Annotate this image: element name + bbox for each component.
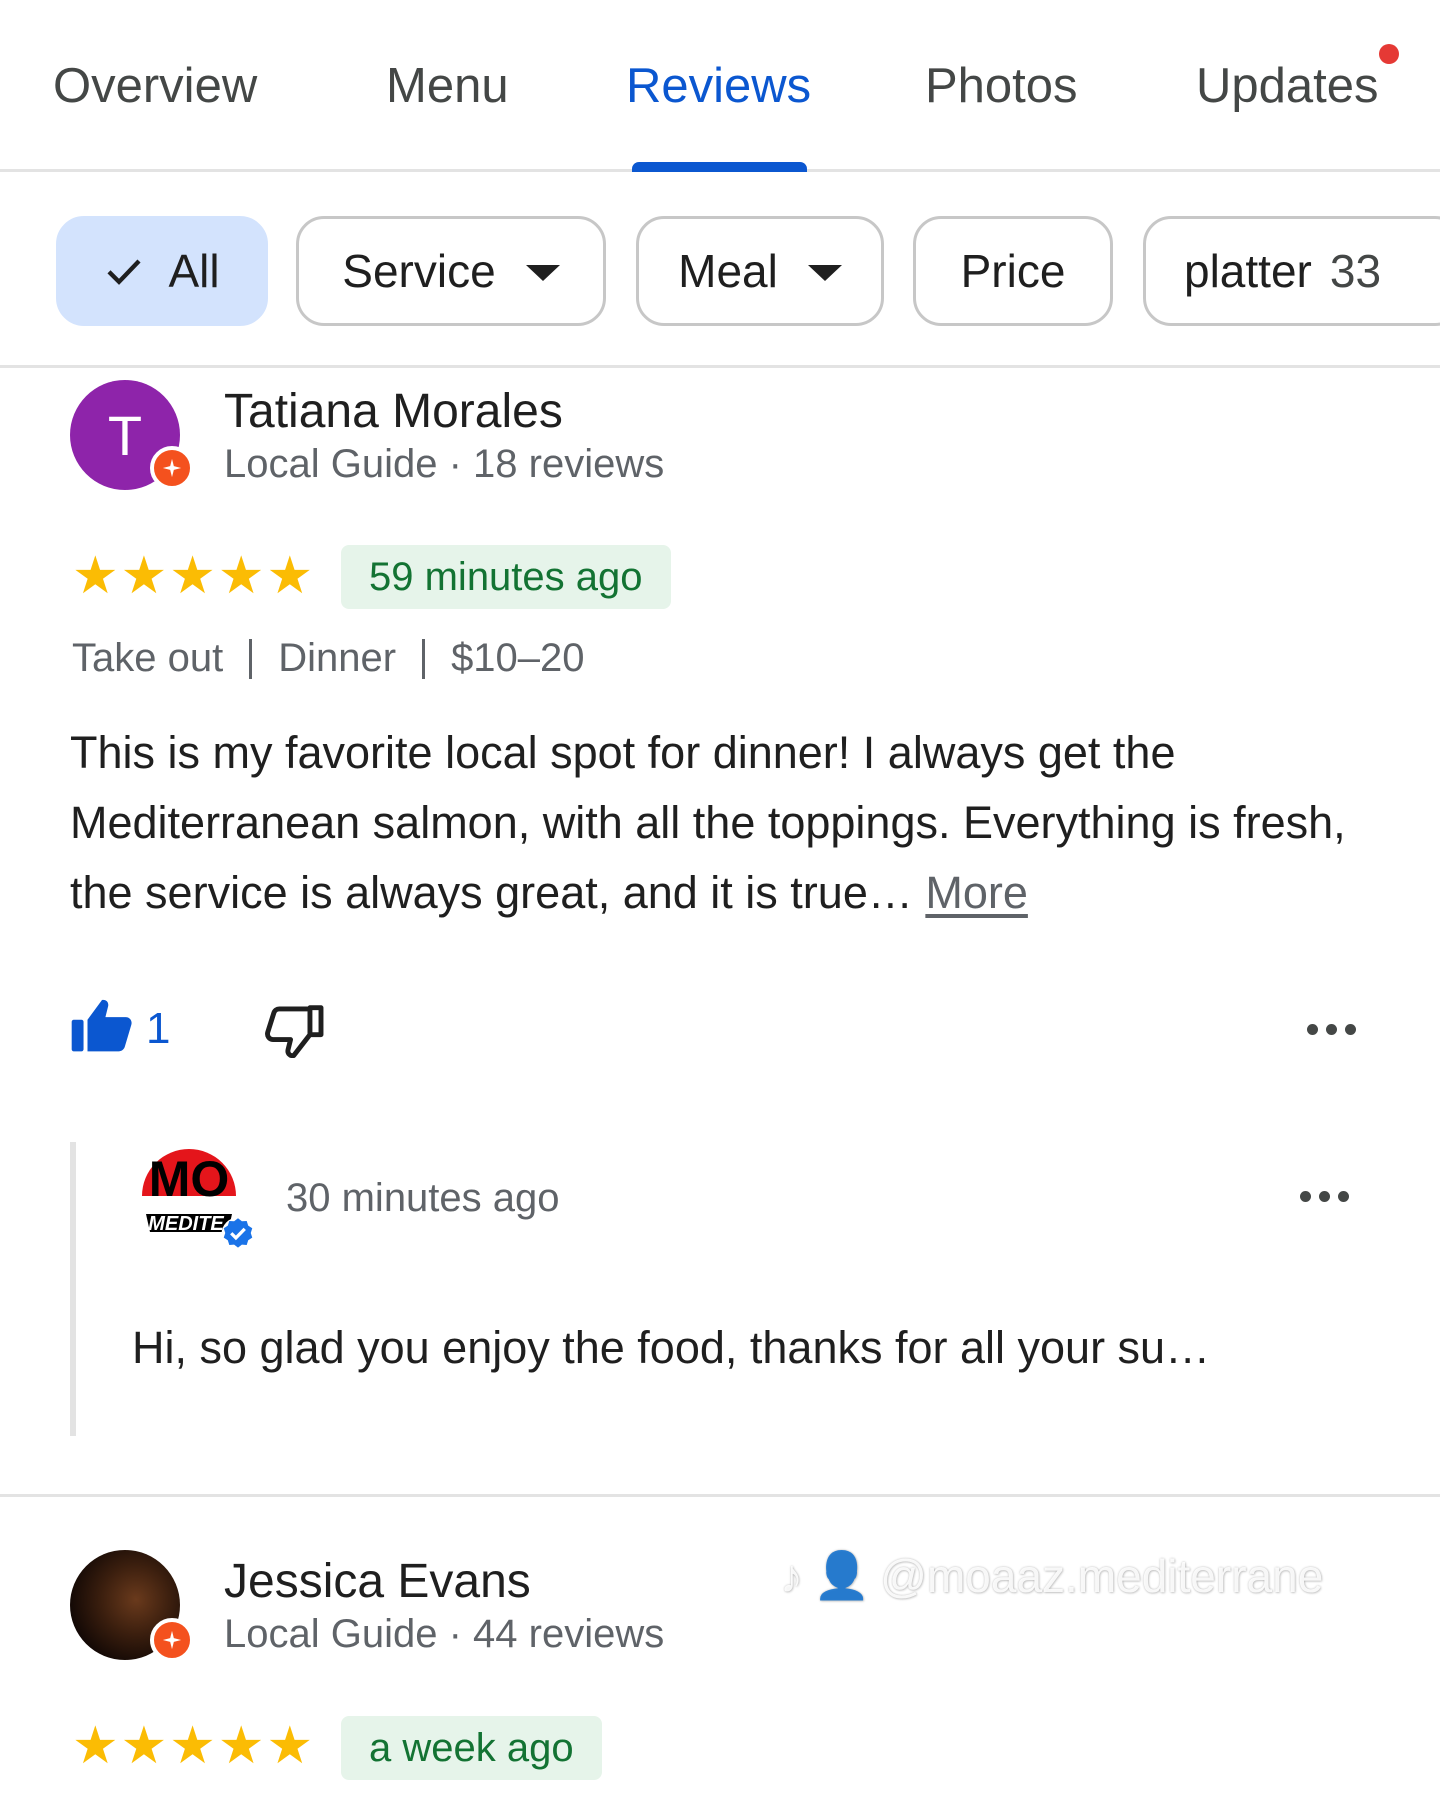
filter-chip-service-label: Service <box>342 245 496 297</box>
review-body: This is my favorite local spot for dinne… <box>70 727 1346 918</box>
filter-chip-platter-label: platter <box>1184 245 1312 297</box>
notification-dot <box>1379 44 1399 64</box>
reviewer-meta: Local Guide · 18 reviews <box>224 442 665 486</box>
thumbs-up-icon[interactable] <box>70 996 134 1054</box>
caret-down-icon <box>525 265 560 281</box>
review-more-options-icon[interactable] <box>1307 1024 1356 1035</box>
attribute-divider <box>422 638 426 679</box>
active-tab-indicator <box>632 162 807 172</box>
local-guide-badge-icon <box>150 1618 194 1662</box>
reply-text: Hi, so glad you enjoy the food, thanks f… <box>132 1322 1211 1373</box>
attribute-price: $10–20 <box>451 636 585 680</box>
filter-chip-price-label: Price <box>960 245 1066 297</box>
review-text: This is my favorite local spot for dinne… <box>70 718 1410 928</box>
tab-reviews[interactable]: Reviews <box>626 58 811 114</box>
filter-chip-all[interactable]: All <box>56 216 268 326</box>
like-count: 1 <box>146 1004 171 1053</box>
star-rating: ★ ★ ★ ★ ★ <box>72 1720 313 1772</box>
reviewer-name[interactable]: Jessica Evans <box>224 1554 531 1609</box>
owner-logo-subtext: MEDITE <box>148 1213 224 1235</box>
tab-bar: Overview Menu Reviews Photos Updates <box>0 0 1440 172</box>
reply-indent-bar <box>70 1142 76 1436</box>
filter-chip-meal[interactable]: Meal <box>636 216 884 326</box>
caret-down-icon <box>807 265 842 281</box>
avatar-initial: T <box>107 403 143 467</box>
reply-more-options-icon[interactable] <box>1300 1191 1349 1202</box>
attribute-meal-type: Dinner <box>278 636 397 680</box>
filter-chip-service[interactable]: Service <box>296 216 606 326</box>
tiktok-icon: ♪ <box>780 1549 803 1602</box>
star-icon: ★ <box>72 1716 119 1776</box>
watermark: ♪ 👤 @moaaz.mediterrane <box>780 1548 1323 1603</box>
star-icon: ★ <box>72 546 119 606</box>
reply-time: 30 minutes ago <box>286 1176 560 1220</box>
reviewer-meta: Local Guide · 44 reviews <box>224 1612 665 1656</box>
more-link[interactable]: More <box>925 867 1028 918</box>
star-icon: ★ <box>266 546 314 606</box>
star-icon: ★ <box>169 546 216 606</box>
filter-chips: All Service Meal Price platter 33 <box>0 172 1440 368</box>
filter-chip-all-label: All <box>168 245 220 297</box>
filter-chip-meal-label: Meal <box>678 245 778 297</box>
tab-photos[interactable]: Photos <box>925 58 1078 114</box>
star-icon: ★ <box>266 1716 314 1776</box>
tab-updates[interactable]: Updates <box>1196 58 1379 114</box>
check-icon <box>107 259 142 285</box>
filter-chip-price[interactable]: Price <box>913 216 1113 326</box>
thumbs-down-icon[interactable] <box>264 1004 324 1058</box>
review-time-badge: 59 minutes ago <box>341 545 671 609</box>
attribute-divider <box>249 638 253 679</box>
review-divider <box>0 1494 1440 1497</box>
reviewer-name[interactable]: Tatiana Morales <box>224 384 563 439</box>
local-guide-badge-icon <box>150 446 194 490</box>
review-attributes: Take out Dinner $10–20 <box>72 636 585 681</box>
star-icon: ★ <box>169 1716 216 1776</box>
star-rating: ★ ★ ★ ★ ★ <box>72 550 313 602</box>
star-icon: ★ <box>120 1716 168 1776</box>
verified-badge-icon <box>221 1217 255 1251</box>
user-icon: 👤 <box>813 1549 871 1601</box>
review-time-badge: a week ago <box>341 1716 602 1780</box>
tab-overview[interactable]: Overview <box>53 58 257 114</box>
star-icon: ★ <box>120 546 168 606</box>
filter-chip-platter-count: 33 <box>1329 245 1382 297</box>
star-icon: ★ <box>217 546 265 606</box>
star-icon: ★ <box>217 1716 265 1776</box>
filter-chip-platter[interactable]: platter 33 <box>1143 216 1440 326</box>
owner-logo-text: MO <box>149 1151 230 1207</box>
tab-menu[interactable]: Menu <box>386 58 509 114</box>
watermark-handle: @moaaz.mediterrane <box>880 1549 1324 1602</box>
attribute-service-type: Take out <box>72 636 224 680</box>
